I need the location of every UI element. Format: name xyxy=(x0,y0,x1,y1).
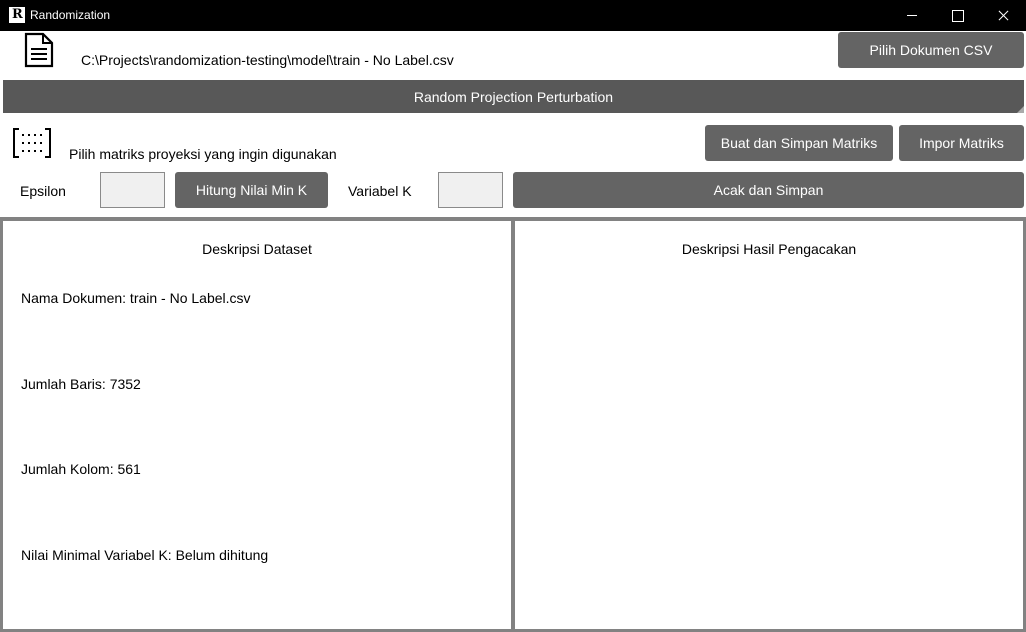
rows-info: Jumlah Baris: 7352 xyxy=(21,376,141,392)
window-title: Randomization xyxy=(30,8,111,22)
document-icon xyxy=(24,32,54,68)
k-label: Variabel K xyxy=(348,183,412,199)
epsilon-label: Epsilon xyxy=(20,183,66,199)
create-save-matrix-button[interactable]: Buat dan Simpan Matriks xyxy=(705,125,893,161)
matrix-icon xyxy=(13,128,51,158)
min-k-info: Nilai Minimal Variabel K: Belum dihitung xyxy=(21,547,269,563)
minimize-icon[interactable] xyxy=(888,0,934,31)
section-title: Random Projection Perturbation xyxy=(413,88,614,105)
section-header: Random Projection Perturbation xyxy=(3,80,1024,113)
choose-csv-button[interactable]: Pilih Dokumen CSV xyxy=(838,32,1024,68)
title-bar: R Randomization xyxy=(0,0,1026,31)
import-matrix-button[interactable]: Impor Matriks xyxy=(899,125,1024,161)
matrix-prompt: Pilih matriks proyeksi yang ingin diguna… xyxy=(69,146,337,162)
epsilon-input[interactable] xyxy=(100,172,165,208)
randomize-save-button[interactable]: Acak dan Simpan xyxy=(513,172,1024,208)
file-path: C:\Projects\randomization-testing\model\… xyxy=(81,52,454,68)
dataset-panel: Deskripsi Dataset Nama Dokumen: train - … xyxy=(3,221,511,629)
result-panel-title: Deskripsi Hasil Pengacakan xyxy=(681,241,857,257)
k-input[interactable] xyxy=(438,172,503,208)
result-panel: Deskripsi Hasil Pengacakan xyxy=(515,221,1023,629)
close-icon[interactable] xyxy=(980,0,1026,31)
cols-info: Jumlah Kolom: 561 xyxy=(21,461,141,477)
compute-min-k-button[interactable]: Hitung Nilai Min K xyxy=(175,172,328,208)
doc-name-info: Nama Dokumen: train - No Label.csv xyxy=(21,290,251,306)
dataset-panel-title: Deskripsi Dataset xyxy=(202,241,312,257)
app-icon: R xyxy=(9,7,25,23)
resize-grip-icon xyxy=(1017,106,1024,113)
maximize-icon[interactable] xyxy=(934,0,980,31)
app-icon-letter: R xyxy=(12,7,23,22)
